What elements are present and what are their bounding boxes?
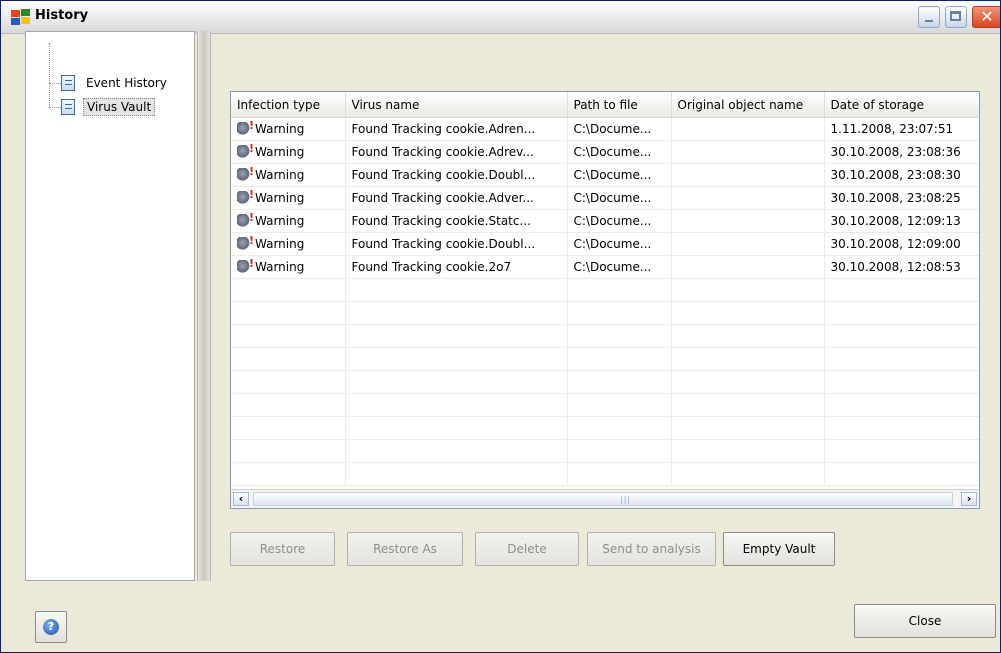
table-row[interactable]: Warning Found Tracking cookie.Statc... C… (231, 209, 979, 233)
table-row[interactable]: Warning Found Tracking cookie.Adver... C… (231, 186, 979, 210)
cell-date: 30.10.2008, 23:08:36 (824, 140, 979, 164)
empty-row (231, 462, 979, 486)
empty-vault-button[interactable]: Empty Vault (723, 532, 835, 566)
warning-icon (237, 142, 254, 158)
table-row[interactable]: Warning Found Tracking cookie.2o7 C:\Doc… (231, 255, 979, 279)
cell-infection-type: Warning (231, 186, 346, 210)
cell-virus-name: Found Tracking cookie.Adver... (345, 186, 568, 210)
warning-icon (237, 119, 254, 135)
cell-path: C:\Docume... (567, 232, 672, 256)
cell-path: C:\Docume... (567, 255, 672, 279)
warning-icon (237, 188, 254, 204)
cell-infection-type: Warning (231, 255, 346, 279)
empty-row (231, 278, 979, 302)
help-icon: ? (43, 619, 59, 635)
cell-virus-name: Found Tracking cookie.Doubl... (345, 232, 568, 256)
cell-infection-type: Warning (231, 140, 346, 164)
window-title: History (35, 8, 89, 23)
table-row[interactable]: Warning Found Tracking cookie.Adren... C… (231, 117, 979, 141)
maximize-button[interactable] (945, 6, 967, 28)
close-window-button[interactable]: ✕ (972, 6, 1000, 28)
cell-original-name (671, 232, 825, 256)
cell-date: 30.10.2008, 12:09:13 (824, 209, 979, 233)
cell-original-name (671, 163, 825, 187)
cell-virus-name: Found Tracking cookie.Statc... (345, 209, 568, 233)
cell-original-name (671, 140, 825, 164)
empty-row (231, 347, 979, 371)
cell-date: 30.10.2008, 23:08:25 (824, 186, 979, 210)
empty-row (231, 370, 979, 394)
column-header-date-of-storage[interactable]: Date of storage (824, 92, 979, 118)
column-header-virus-name[interactable]: Virus name (345, 92, 568, 118)
close-button[interactable]: Close (854, 604, 996, 638)
grip-icon: ||| (620, 495, 632, 504)
empty-row (231, 393, 979, 417)
cell-virus-name: Found Tracking cookie.Doubl... (345, 163, 568, 187)
cell-path: C:\Docume... (567, 117, 672, 141)
column-header-path-to-file[interactable]: Path to file (567, 92, 672, 118)
cell-date: 30.10.2008, 23:08:30 (824, 163, 979, 187)
virus-vault-table: Infection type Virus name Path to file O… (231, 92, 979, 486)
cell-infection-type: Warning (231, 232, 346, 256)
tree-connector (49, 43, 50, 107)
tree-connector (49, 83, 61, 84)
warning-icon (237, 211, 254, 227)
cell-infection-type: Warning (231, 117, 346, 141)
tree-item-event-history[interactable]: Event History (61, 73, 176, 93)
delete-button[interactable]: Delete (475, 532, 579, 566)
empty-row (231, 416, 979, 440)
empty-row (231, 439, 979, 463)
tree-item-label: Event History (86, 76, 167, 90)
close-icon: ✕ (980, 7, 994, 26)
cell-infection-type: Warning (231, 163, 346, 187)
cell-path: C:\Docume... (567, 163, 672, 187)
table-row[interactable]: Warning Found Tracking cookie.Doubl... C… (231, 232, 979, 256)
warning-icon (237, 234, 254, 250)
tree-connector (49, 107, 61, 108)
column-header-original-object-name[interactable]: Original object name (671, 92, 825, 118)
tree-item-virus-vault[interactable]: Virus Vault (61, 97, 161, 117)
cell-date: 30.10.2008, 12:08:53 (824, 255, 979, 279)
cell-original-name (671, 209, 825, 233)
scroll-right-button[interactable]: › (961, 492, 977, 506)
scroll-thumb[interactable]: ||| (253, 492, 953, 506)
scroll-left-button[interactable]: ‹ (233, 492, 249, 506)
cell-date: 1.11.2008, 23:07:51 (824, 117, 979, 141)
restore-button[interactable]: Restore (230, 532, 335, 566)
warning-icon (237, 257, 254, 273)
cell-path: C:\Docume... (567, 186, 672, 210)
cell-date: 30.10.2008, 12:09:00 (824, 232, 979, 256)
minimize-button[interactable] (918, 6, 940, 28)
panel-splitter[interactable] (197, 31, 211, 581)
document-icon (61, 75, 75, 91)
send-to-analysis-button[interactable]: Send to analysis (587, 532, 716, 566)
cell-path: C:\Docume... (567, 140, 672, 164)
empty-row (231, 301, 979, 325)
cell-path: C:\Docume... (567, 209, 672, 233)
column-header-infection-type[interactable]: Infection type (231, 92, 346, 118)
table-row[interactable]: Warning Found Tracking cookie.Adrev... C… (231, 140, 979, 164)
tree-item-label: Virus Vault (83, 98, 156, 116)
history-window: History ✕ Event History Virus Vault Infe… (0, 0, 1001, 653)
cell-infection-type: Warning (231, 209, 346, 233)
title-bar: History ✕ (1, 1, 1000, 34)
virus-vault-list: Infection type Virus name Path to file O… (230, 91, 980, 509)
document-icon (61, 99, 75, 115)
empty-row (231, 324, 979, 348)
maximize-icon (950, 11, 961, 21)
cell-original-name (671, 255, 825, 279)
cell-virus-name: Found Tracking cookie.Adrev... (345, 140, 568, 164)
table-header: Infection type Virus name Path to file O… (231, 92, 979, 118)
help-button[interactable]: ? (35, 611, 67, 643)
restore-as-button[interactable]: Restore As (347, 532, 463, 566)
cell-virus-name: Found Tracking cookie.2o7 (345, 255, 568, 279)
cell-virus-name: Found Tracking cookie.Adren... (345, 117, 568, 141)
minimize-icon (925, 20, 933, 22)
table-row[interactable]: Warning Found Tracking cookie.Doubl... C… (231, 163, 979, 187)
cell-original-name (671, 186, 825, 210)
avg-logo-icon (11, 9, 30, 25)
warning-icon (237, 165, 254, 181)
horizontal-scrollbar[interactable]: ‹ ||| › (230, 489, 980, 509)
cell-original-name (671, 117, 825, 141)
